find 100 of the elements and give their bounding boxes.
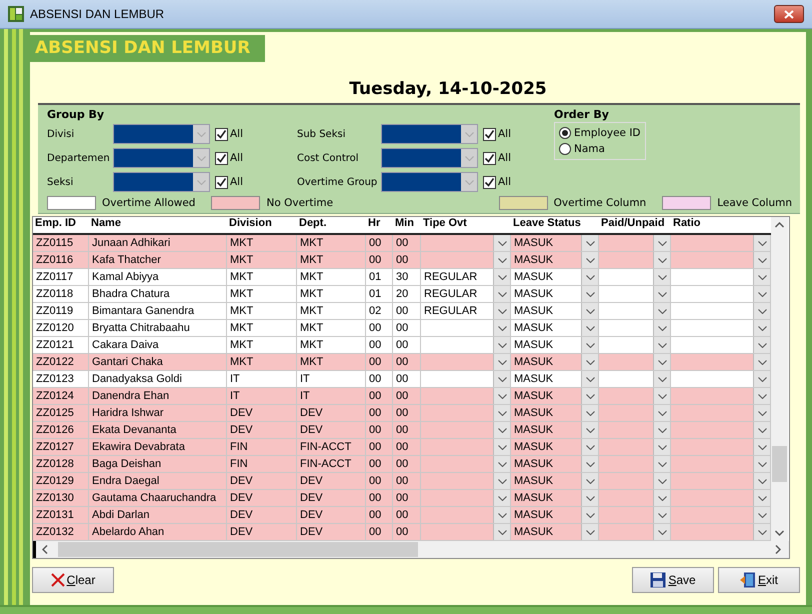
filter-label: Divisi (47, 128, 76, 140)
caret-icon (586, 428, 594, 432)
checkbox[interactable] (215, 152, 228, 164)
table-row[interactable]: ZZ0123 Danadyaksa Goldi IT IT 00 00 MASUK (33, 371, 771, 388)
table-row[interactable]: ZZ0119 Bimantara Ganendra MKT MKT 02 00 REGULAR MASUK (33, 303, 771, 320)
filter-dropdown[interactable] (381, 124, 478, 144)
table-row[interactable]: ZZ0121 Cakara Daiva MKT MKT 00 00 MASUK (33, 337, 771, 354)
column-header: Division (228, 217, 273, 231)
clear-button[interactable]: Clear (32, 567, 114, 593)
filter-label: Cost Control (297, 152, 360, 164)
close-icon (784, 10, 794, 18)
table-row[interactable]: ZZ0116 Kafa Thatcher MKT MKT 00 00 MASUK (33, 252, 771, 269)
filter-dropdown[interactable] (113, 148, 210, 168)
radio-button[interactable] (559, 143, 571, 155)
scroll-up-icon (775, 222, 784, 228)
table-row[interactable]: ZZ0115 Junaan Adhikari MKT MKT 00 00 MASUK (33, 235, 771, 252)
checkbox[interactable] (483, 152, 496, 164)
caret-icon (658, 444, 666, 450)
save-button[interactable]: Save (632, 567, 714, 593)
filter-label: Sub Seksi (297, 128, 346, 140)
checkbox[interactable] (483, 128, 496, 140)
caret-icon (498, 342, 506, 348)
check-icon (216, 176, 227, 188)
close-button[interactable] (774, 5, 804, 23)
table-row[interactable]: ZZ0130 Gautama Chaaruchandra DEV DEV 00 00 MASUK (33, 490, 771, 507)
table-row[interactable]: ZZ0122 Gantari Chaka MKT MKT 00 00 MASUK (33, 354, 771, 371)
caret-icon (758, 462, 766, 466)
caret-icon (586, 342, 594, 348)
caret-icon (498, 394, 506, 398)
filter-dropdown[interactable] (381, 148, 478, 168)
caret-icon (586, 512, 594, 518)
caret-icon (464, 132, 474, 136)
scroll-thumb[interactable] (58, 542, 418, 557)
caret-icon (758, 292, 766, 296)
caret-icon (758, 240, 766, 246)
caret-icon (196, 132, 206, 136)
caret-icon (658, 410, 666, 416)
table-row[interactable]: ZZ0129 Endra Daegal DEV DEV 00 00 MASUK (33, 473, 771, 490)
caret-icon (498, 360, 506, 364)
legend-label: No Overtime (266, 197, 334, 209)
vertical-scrollbar[interactable] (771, 217, 788, 541)
caret-icon (758, 478, 766, 484)
caret-icon (586, 530, 594, 534)
checkbox[interactable] (483, 176, 496, 188)
legend-label: Leave Column (717, 197, 792, 209)
checkbox[interactable] (215, 176, 228, 188)
group-by-title: Group By (47, 108, 106, 121)
scroll-left-icon (42, 545, 48, 554)
checkbox-label: All (230, 176, 244, 188)
table-row[interactable]: ZZ0128 Baga Deishan FIN FIN-ACCT 00 00 MASUK (33, 456, 771, 473)
caret-icon (658, 530, 666, 534)
column-header: Dept. (298, 217, 328, 231)
caret-icon (586, 240, 594, 246)
caret-icon (586, 394, 594, 398)
caret-icon (758, 512, 766, 518)
caret-icon (196, 156, 206, 160)
table-row[interactable]: ZZ0117 Kamal Abiyya MKT MKT 01 30 REGULAR MASUK (33, 269, 771, 286)
table-row[interactable]: ZZ0118 Bhadra Chatura MKT MKT 01 20 REGULAR MASUK (33, 286, 771, 303)
column-header: Tipe Ovt (422, 217, 468, 231)
caret-icon (498, 512, 506, 518)
caret-icon (658, 326, 666, 330)
caret-icon (498, 462, 506, 466)
caret-icon (758, 444, 766, 450)
horizontal-scrollbar[interactable] (33, 541, 789, 558)
scroll-thumb[interactable] (772, 446, 787, 482)
scroll-down-icon (775, 530, 784, 536)
table-row[interactable]: ZZ0126 Ekata Devananta DEV DEV 00 00 MASUK (33, 422, 771, 439)
caret-icon (658, 462, 666, 466)
caret-icon (658, 360, 666, 364)
caret-icon (658, 258, 666, 262)
caret-icon (498, 274, 506, 280)
filter-dropdown[interactable] (113, 172, 210, 192)
check-icon (216, 152, 227, 164)
exit-button[interactable]: Exit (718, 567, 800, 593)
radio-button[interactable] (559, 127, 571, 139)
caret-icon (586, 478, 594, 484)
caret-icon (758, 258, 766, 262)
table-row[interactable]: ZZ0120 Bryatta Chitrabaahu MKT MKT 00 00 MASUK (33, 320, 771, 337)
checkbox-label: All (498, 152, 512, 164)
radio-label: Employee ID (574, 127, 641, 139)
filter-dropdown[interactable] (113, 124, 210, 144)
caret-icon (658, 496, 666, 500)
caret-icon (658, 512, 666, 518)
column-header: Emp. ID (34, 217, 77, 231)
caret-icon (658, 428, 666, 432)
filter-dropdown[interactable] (381, 172, 478, 192)
caret-icon (586, 410, 594, 416)
radio-label: Nama (574, 143, 605, 155)
table-row[interactable]: ZZ0132 Abelardo Ahan DEV DEV 00 00 MASUK (33, 524, 771, 541)
table-row[interactable]: ZZ0125 Haridra Ishwar DEV DEV 00 00 MASUK (33, 405, 771, 422)
caret-icon (586, 274, 594, 280)
app-icon (8, 6, 24, 22)
table-row[interactable]: ZZ0131 Abdi Darlan DEV DEV 00 00 MASUK (33, 507, 771, 524)
checkbox-label: All (230, 128, 244, 140)
caret-icon (658, 342, 666, 348)
caret-icon (586, 462, 594, 466)
filter-label: Seksi (47, 176, 74, 188)
table-row[interactable]: ZZ0127 Ekawira Devabrata FIN FIN-ACCT 00 00 MASUK (33, 439, 771, 456)
table-row[interactable]: ZZ0124 Danendra Ehan IT IT 00 00 MASUK (33, 388, 771, 405)
checkbox[interactable] (215, 128, 228, 140)
